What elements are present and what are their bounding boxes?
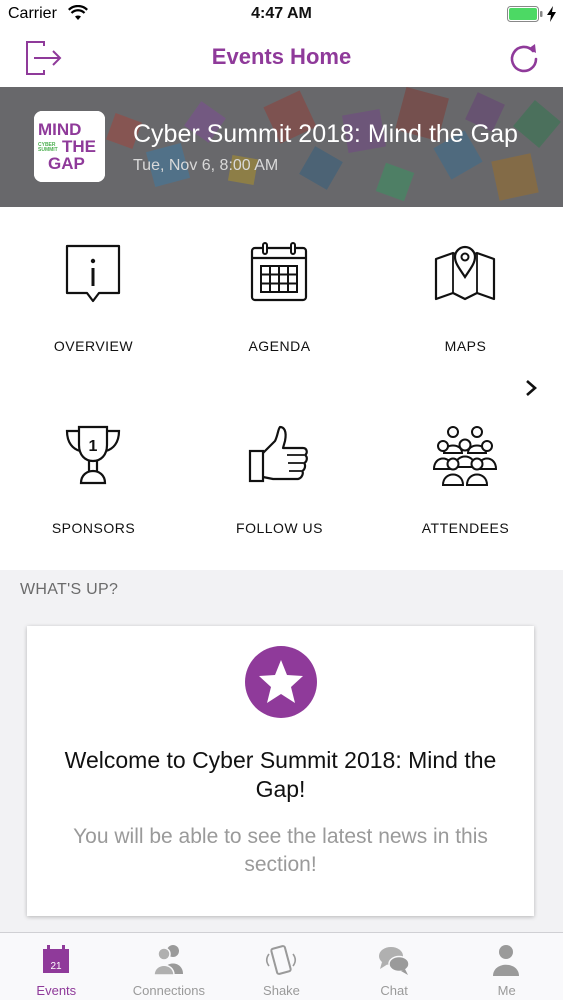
status-bar: Carrier 4:47 AM bbox=[0, 0, 563, 30]
svg-text:GAP: GAP bbox=[48, 154, 85, 173]
tab-connections[interactable]: Connections bbox=[113, 933, 226, 1000]
tile-maps[interactable]: MAPS bbox=[372, 241, 559, 401]
event-title: Cyber Summit 2018: Mind the Gap bbox=[133, 120, 518, 148]
news-body: You will be able to see the latest news … bbox=[73, 825, 488, 876]
calendar-icon bbox=[250, 242, 308, 302]
tile-label-follow-us: FOLLOW US bbox=[236, 520, 323, 536]
svg-text:SUMMIT: SUMMIT bbox=[38, 147, 58, 153]
tab-events[interactable]: 21 Events bbox=[0, 933, 113, 1000]
tab-label-me: Me bbox=[497, 983, 516, 998]
news-card: Welcome to Cyber Summit 2018: Mind the G… bbox=[27, 626, 534, 916]
section-title-whats-up: WHAT'S UP? bbox=[20, 581, 119, 598]
tab-me[interactable]: Me bbox=[450, 933, 563, 1000]
chevron-right-icon[interactable] bbox=[523, 378, 539, 398]
refresh-icon[interactable] bbox=[507, 41, 541, 75]
tab-chat[interactable]: Chat bbox=[338, 933, 451, 1000]
person-icon bbox=[493, 945, 520, 976]
map-pin-icon bbox=[434, 245, 496, 301]
tile-overview[interactable]: OVERVIEW bbox=[0, 241, 187, 401]
star-icon bbox=[245, 646, 317, 718]
calendar-21-icon: 21 bbox=[43, 945, 69, 973]
people-icon bbox=[152, 945, 183, 976]
nav-bar: Events Home bbox=[0, 30, 563, 87]
mind-the-gap-logo-icon: MIND CYBER SUMMIT THE GAP bbox=[34, 111, 105, 182]
tab-label-events: Events bbox=[36, 983, 77, 998]
tile-agenda[interactable]: AGENDA bbox=[186, 241, 373, 401]
tile-label-attendees: ATTENDEES bbox=[421, 520, 510, 536]
overview-info-icon bbox=[65, 244, 121, 303]
status-time: 4:47 AM bbox=[251, 5, 312, 22]
event-banner[interactable]: MIND CYBER SUMMIT THE GAP Cyber Summit 2… bbox=[0, 87, 563, 207]
phone-shake-icon bbox=[266, 945, 297, 975]
battery-icon bbox=[507, 6, 543, 22]
feature-grid: OVERVIEW AGENDA MAPS 1 SPONSORS FOLLOW U… bbox=[0, 207, 563, 570]
trophy-icon: 1 bbox=[65, 425, 121, 485]
tile-attendees[interactable]: ATTENDEES bbox=[372, 423, 559, 583]
page-title: Events Home bbox=[211, 44, 352, 69]
tab-shake[interactable]: Shake bbox=[225, 933, 338, 1000]
event-logo: MIND CYBER SUMMIT THE GAP bbox=[34, 111, 105, 182]
svg-text:1: 1 bbox=[89, 438, 98, 455]
charging-bolt-icon bbox=[547, 6, 556, 22]
tile-sponsors[interactable]: 1 SPONSORS bbox=[0, 423, 187, 583]
news-heading: Welcome to Cyber Summit 2018: Mind the G… bbox=[64, 747, 497, 802]
tab-label-shake: Shake bbox=[263, 983, 300, 998]
thumbs-up-icon bbox=[248, 425, 308, 483]
people-group-icon bbox=[433, 426, 497, 486]
tab-label-chat: Chat bbox=[380, 983, 408, 998]
events-badge: 21 bbox=[50, 961, 62, 972]
tile-label-agenda: AGENDA bbox=[248, 338, 311, 354]
tile-follow-us[interactable]: FOLLOW US bbox=[186, 423, 373, 583]
tile-label-overview: OVERVIEW bbox=[53, 338, 134, 354]
event-date: Tue, Nov 6, 8:00 AM bbox=[133, 157, 279, 174]
tile-label-maps: MAPS bbox=[444, 338, 487, 354]
tab-bar: 21 Events Connections Shake Chat Me bbox=[0, 932, 563, 1000]
tile-label-sponsors: SPONSORS bbox=[51, 520, 136, 536]
tab-label-connections: Connections bbox=[132, 983, 206, 998]
chat-bubbles-icon bbox=[378, 947, 410, 975]
